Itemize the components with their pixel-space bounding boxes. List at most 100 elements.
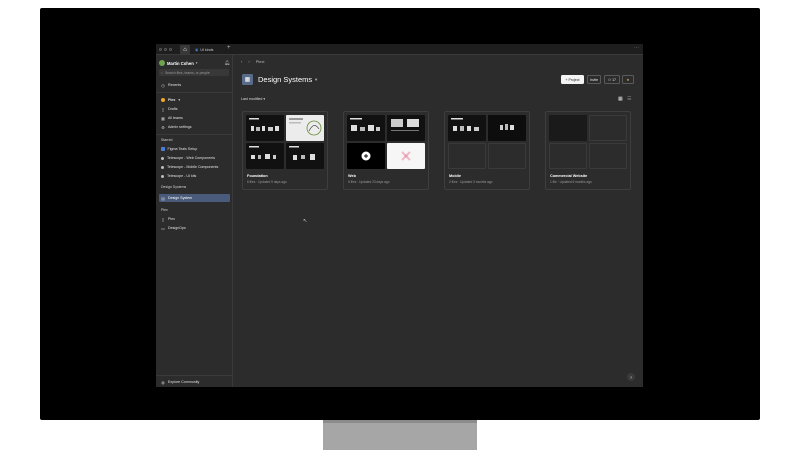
sidebar-item-admin-settings[interactable]: ⚙ Admin settings — [159, 123, 230, 131]
sidebar-item-label: Recents — [168, 83, 182, 87]
sidebar-item-all-teams[interactable]: ▦ All teams — [159, 114, 230, 122]
sidebar-item-label: Plex — [168, 98, 176, 102]
project-card-commercial-website[interactable]: Commercial Website 1 file · Updated 6 mo… — [545, 111, 631, 190]
sidebar-item-designops[interactable]: ▭ DesignOps — [159, 224, 230, 232]
empty-thumbnail — [488, 143, 526, 169]
card-thumbnails — [347, 115, 427, 171]
sidebar: Martin Cohen ▾ 🔔︎ ⌕ Search files, teams,… — [156, 55, 233, 387]
project-card-mobile[interactable]: Mobile 2 files · Updated 3 months ago — [444, 111, 530, 190]
monitor-stand-neck — [323, 420, 477, 423]
sidebar-item-label: Design System — [168, 196, 193, 200]
chevron-down-icon: ▾ — [178, 98, 181, 102]
file-thumbnail — [246, 115, 284, 141]
page-title: Design Systems — [258, 75, 313, 84]
star-button[interactable]: ★ — [622, 75, 634, 84]
card-title: Mobile — [449, 174, 462, 178]
file-thumbnail — [549, 115, 587, 141]
sidebar-item-starred[interactable]: Telescope - UI kits — [159, 172, 230, 180]
bell-icon[interactable]: 🔔︎ — [224, 60, 230, 66]
file-tab-label: UI kinds — [200, 47, 214, 52]
file-thumbnail — [347, 143, 385, 169]
section-label-starred: Starred — [161, 138, 173, 142]
card-meta: 6 files · Updated 9 days ago — [247, 180, 287, 184]
help-button[interactable]: ? — [627, 373, 635, 381]
card-thumbnails — [549, 115, 629, 171]
window-zoom-dot[interactable] — [169, 48, 172, 51]
file-thumbnail — [448, 115, 486, 141]
home-icon: ⌂ — [183, 46, 187, 53]
sidebar-item-label: Figma Teals Setup — [167, 147, 198, 151]
invite-button[interactable]: Invite — [587, 75, 601, 84]
card-meta: 5 files · Updated 23 days ago — [348, 180, 390, 184]
sidebar-item-label: All teams — [168, 116, 183, 120]
new-project-button[interactable]: + Project — [561, 75, 584, 84]
avatar — [159, 60, 165, 66]
sidebar-item-label: Telescope - UI kits — [167, 174, 197, 178]
search-placeholder: Search files, teams, or people — [164, 70, 210, 75]
sidebar-item-plex[interactable]: ▯ Plex — [159, 215, 230, 223]
project-card-web[interactable]: Web 5 files · Updated 23 days ago — [343, 111, 429, 190]
section-label-design-systems: Design Systems — [161, 185, 187, 189]
chevron-down-icon[interactable]: ▾ — [315, 77, 317, 83]
sidebar-item-starred[interactable]: Telescope - Mobile Components — [159, 163, 230, 171]
card-title: Foundation — [247, 174, 268, 178]
sidebar-item-label: Telescope - Web Components — [167, 156, 216, 160]
card-thumbnails — [246, 115, 326, 171]
window-minimize-dot[interactable] — [164, 48, 167, 51]
sidebar-item-label: Plex — [168, 217, 175, 221]
chevron-down-icon: ▾ — [263, 97, 266, 101]
sidebar-item-design-system[interactable]: ▤ Design System — [159, 194, 230, 202]
sidebar-item-label: Telescope - Mobile Components — [167, 165, 219, 169]
figma-app-window: ⌂ ▣ UI kinds + ⋯ Martin Cohen ▾ 🔔︎ ⌕ Sea… — [156, 44, 643, 387]
home-tab[interactable]: ⌂ — [180, 45, 190, 54]
clock-icon: ◷ — [161, 82, 165, 88]
file-thumbnail — [347, 115, 385, 141]
search-input[interactable]: ⌕ Search files, teams, or people — [159, 69, 229, 76]
search-icon: ⌕ — [161, 70, 163, 75]
chevron-down-icon: ▾ — [195, 61, 198, 65]
divider — [156, 375, 233, 376]
sidebar-item-drafts[interactable]: ▯ Drafts — [159, 105, 230, 113]
team-icon — [161, 98, 165, 102]
mouse-cursor-icon: ↖ — [303, 218, 308, 224]
sidebar-item-starred[interactable]: Telescope - Web Components — [159, 154, 230, 162]
members-button[interactable]: ⚇ 17 — [604, 75, 620, 84]
divider — [156, 92, 233, 93]
breadcrumb: ‹ › Plexi — [233, 55, 643, 67]
file-thumbnail — [387, 143, 425, 169]
breadcrumb-item[interactable]: Plexi — [256, 59, 265, 64]
new-tab-button[interactable]: + — [227, 45, 231, 51]
file-tab[interactable]: ▣ UI kinds — [192, 45, 216, 54]
list-view-icon[interactable]: ☰ — [627, 96, 631, 102]
window-close-dot[interactable] — [159, 48, 162, 51]
figma-file-icon — [161, 147, 165, 151]
project-card-foundation[interactable]: Foundation 6 files · Updated 9 days ago — [242, 111, 328, 190]
card-meta: 1 file · Updated 6 months ago — [550, 180, 592, 184]
title-bar: ⌂ ▣ UI kinds + ⋯ — [156, 44, 643, 55]
folder-icon: ▤ — [161, 195, 165, 201]
sidebar-item-starred[interactable]: Figma Teals Setup — [159, 145, 230, 153]
file-icon: ▯ — [161, 216, 165, 222]
grid-icon: ▦ — [161, 115, 165, 121]
sort-dropdown[interactable]: Last modified ▾ — [241, 97, 265, 101]
empty-thumbnail — [549, 143, 587, 169]
card-meta: 2 files · Updated 3 months ago — [449, 180, 493, 184]
sort-label: Last modified — [241, 97, 263, 101]
sidebar-item-team[interactable]: Plex ▾ — [159, 96, 230, 104]
file-thumbnail — [488, 115, 526, 141]
back-icon[interactable]: ‹ — [241, 59, 242, 64]
account-switcher[interactable]: Martin Cohen ▾ 🔔︎ — [159, 59, 230, 67]
folder-icon: ▭ — [161, 225, 165, 231]
sidebar-item-label: Explore Community — [168, 380, 200, 384]
explore-community-link[interactable]: ◍ Explore Community — [159, 378, 230, 386]
main-content: ‹ › Plexi ▦ Design Systems ▾ + Project I… — [233, 55, 643, 387]
members-count: 17 — [612, 77, 617, 82]
grid-view-icon[interactable]: ▦ — [618, 96, 623, 102]
forward-icon[interactable]: › — [248, 59, 249, 64]
more-icon[interactable]: ⋯ — [634, 45, 639, 51]
sidebar-item-recents[interactable]: ◷ Recents — [159, 81, 230, 89]
file-icon — [161, 156, 164, 160]
empty-thumbnail — [589, 143, 627, 169]
project-icon: ▦ — [242, 74, 253, 85]
file-icon: ▯ — [161, 106, 165, 112]
